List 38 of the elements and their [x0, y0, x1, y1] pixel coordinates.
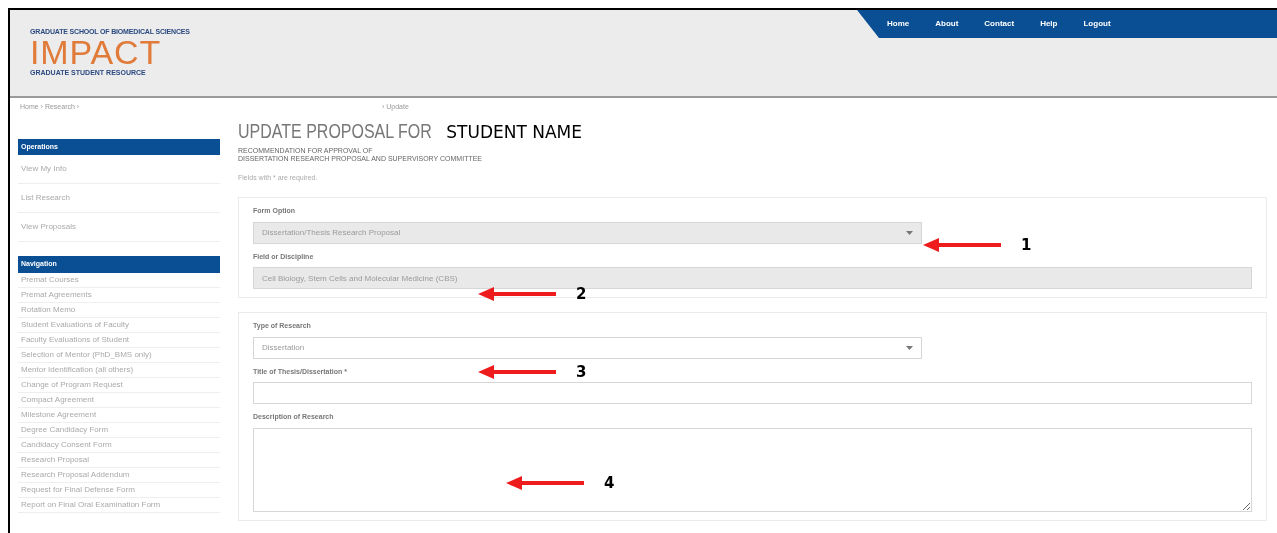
sidebar-item[interactable]: Selection of Mentor (PhD_BMS only) — [18, 347, 220, 363]
sidebar-item[interactable]: Premat Agreements — [18, 287, 220, 303]
nav-link[interactable]: Home — [887, 18, 910, 30]
textarea-field[interactable] — [253, 427, 1252, 512]
nav-link[interactable]: Contact — [984, 18, 1015, 30]
sidebar-item[interactable]: View Proposals — [18, 213, 220, 242]
nav-link[interactable]: Logout — [1083, 18, 1111, 30]
select-field[interactable]: Dissertation — [253, 336, 922, 359]
sidebar-item[interactable]: Research Proposal — [18, 452, 220, 468]
nav-link[interactable]: Help — [1040, 18, 1058, 30]
sidebar-item[interactable]: List Research — [18, 184, 220, 213]
sidebar-item[interactable]: Report on Final Oral Examination Form — [18, 497, 220, 513]
nav-link[interactable]: About — [935, 18, 959, 30]
student-name: STUDENT NAME — [446, 123, 582, 141]
annotation-number: 3 — [576, 362, 587, 383]
sidebar-item[interactable]: Faculty Evaluations of Student — [18, 332, 220, 348]
arrow-icon — [478, 365, 556, 380]
page-title: UPDATE PROPOSAL FOR — [238, 120, 432, 141]
arrow-icon — [506, 476, 584, 491]
sidebar-item[interactable]: Premat Courses — [18, 272, 220, 288]
sidebar-item[interactable]: View My Info — [18, 155, 220, 184]
annotation-number: 4 — [604, 473, 615, 494]
sidebar-item[interactable]: Rotation Memo — [18, 302, 220, 318]
sidebar-item[interactable]: Milestone Agreement — [18, 407, 220, 423]
caret-icon — [906, 345, 913, 350]
sidebar-item[interactable]: Research Proposal Addendum — [18, 467, 220, 483]
caret-icon — [906, 230, 913, 235]
annotation-number: 1 — [1021, 235, 1032, 256]
sidebar-item[interactable]: Change of Program Request — [18, 377, 220, 393]
sidebar-item[interactable]: Student Evaluations of Faculty — [18, 317, 220, 333]
sidebar-item[interactable]: Mentor Identification (all others) — [18, 362, 220, 378]
sidebar-item[interactable]: Degree Candidacy Form — [18, 422, 220, 438]
sidebar-item[interactable]: Candidacy Consent Form — [18, 437, 220, 453]
input-field[interactable] — [253, 382, 1252, 404]
sidebar-item[interactable]: Request for Final Defense Form — [18, 482, 220, 498]
arrow-icon — [478, 287, 556, 302]
sidebar-item[interactable]: Compact Agreement — [18, 392, 220, 408]
arrow-icon — [923, 238, 1001, 253]
